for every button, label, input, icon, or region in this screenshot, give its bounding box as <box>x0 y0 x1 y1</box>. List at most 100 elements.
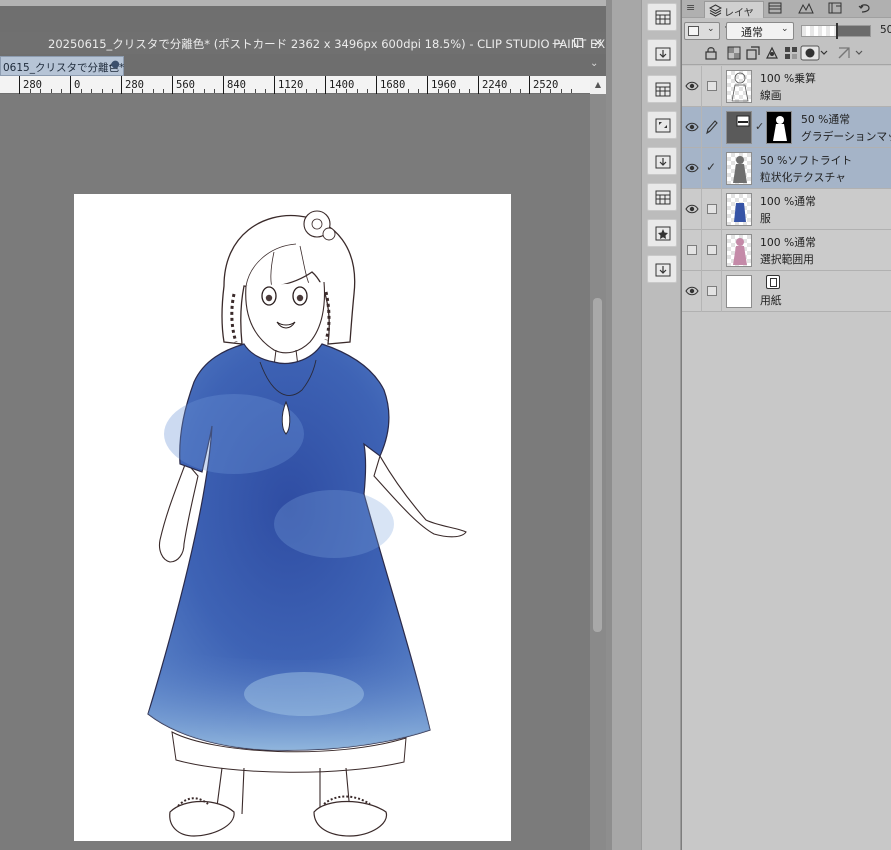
layer-edit-target-toggle[interactable] <box>702 230 722 271</box>
ruler-minor-tick <box>387 89 389 93</box>
ruler-minor-tick <box>356 89 358 93</box>
opacity-value[interactable]: 50 <box>880 24 891 36</box>
export-layer-icon <box>655 155 671 169</box>
panel-menu-icon[interactable]: ≡ <box>686 1 695 14</box>
layer-thumbnail[interactable] <box>726 193 752 226</box>
ruler-minor-tick <box>101 89 103 93</box>
ruler-minor-tick <box>81 89 83 93</box>
layer-checkbox <box>707 204 717 214</box>
layer-row[interactable]: ✓ 50 %通常グラデーションマップ 1 <box>682 107 891 148</box>
layer-row[interactable]: 用紙 <box>682 271 891 312</box>
ruler-minor-tick <box>540 89 542 93</box>
canvas-paper[interactable] <box>74 194 511 841</box>
layer-square-icon <box>688 26 699 36</box>
ruler-tick-label: 1680 <box>380 79 406 91</box>
layer-checkbox <box>707 81 717 91</box>
maximize-button[interactable] <box>568 33 588 53</box>
clip-studio-window: 20250615_クリスタで分離色* (ポストカード 2362 x 3496px… <box>0 0 891 850</box>
blend-mode-select[interactable]: 通常 ⌄ <box>726 22 794 40</box>
layer-visibility-toggle[interactable] <box>682 271 702 312</box>
blend-mode-value: 通常 <box>741 26 763 39</box>
ruler-minor-tick <box>438 89 440 93</box>
layer-name: 線画 <box>760 89 782 102</box>
layer-thumbnail[interactable] <box>726 70 752 103</box>
layer-grid-button[interactable] <box>647 75 677 103</box>
canvas-window: 20250615_クリスタで分離色* (ポストカード 2362 x 3496px… <box>0 32 606 850</box>
opacity-slider-handle[interactable] <box>836 23 838 39</box>
layer-edit-target-toggle[interactable] <box>702 271 722 312</box>
layer-visibility-toggle[interactable] <box>682 189 702 230</box>
tab-layer[interactable]: レイヤー <box>704 1 764 34</box>
favorite-star-icon <box>655 226 671 241</box>
ruler-minor-tick <box>397 89 399 93</box>
layer-edit-target-toggle[interactable]: ✓ <box>702 148 722 189</box>
layer-info: 50 %通常グラデーションマップ 1 <box>801 111 891 145</box>
layer-property-tab-icon[interactable] <box>768 2 782 14</box>
horizontal-ruler[interactable]: 280 0 280 560 840 1120 1400 1680 1960 2240 2520 <box>0 76 590 94</box>
layer-info: 100 %乗算 線画 <box>760 70 891 104</box>
layer-row[interactable]: 100 %通常 選択範囲用 <box>682 230 891 271</box>
ruler-minor-tick <box>560 89 562 93</box>
ruler-minor-tick <box>142 89 144 93</box>
scroll-up-arrow-icon[interactable]: ▲ <box>590 76 606 94</box>
layer-edit-target-toggle[interactable] <box>702 189 722 230</box>
ruler-major-tick <box>529 76 530 94</box>
history-tab-icon[interactable] <box>858 2 872 14</box>
import-layer-button[interactable] <box>647 255 677 283</box>
layer-name: 選択範囲用 <box>760 253 814 266</box>
layer-row[interactable]: 100 %乗算 線画 <box>682 66 891 107</box>
chevron-down-icon: ⌄ <box>781 24 789 34</box>
command-bar <box>0 6 612 32</box>
layer-checkbox <box>707 245 717 255</box>
lock-icon[interactable] <box>703 45 719 61</box>
layer-visibility-toggle[interactable] <box>682 148 702 189</box>
layer-table-button[interactable] <box>647 183 677 211</box>
layer-edit-target-toggle[interactable] <box>702 107 722 148</box>
layer-visibility-toggle[interactable] <box>682 107 702 148</box>
layer-thumbnail[interactable] <box>726 234 752 267</box>
layer-color-button-icon[interactable] <box>800 45 828 61</box>
navigator-tab-icon[interactable] <box>798 2 814 14</box>
opacity-slider[interactable] <box>801 23 871 39</box>
minimize-button[interactable]: — <box>548 33 568 53</box>
eye-icon <box>685 81 699 91</box>
reference-layer-icon[interactable] <box>764 45 780 61</box>
favorite-star-button[interactable] <box>647 219 677 247</box>
ruler-minor-tick <box>285 89 287 93</box>
vertical-scrollbar-thumb[interactable] <box>593 298 602 632</box>
layer-table-icon <box>655 190 671 205</box>
draft-layer-icon[interactable] <box>783 45 799 61</box>
layer-opacity-mode: 50 %ソフトライト <box>760 154 853 167</box>
ruler-major-tick <box>172 76 173 94</box>
ruler-minor-tick <box>30 89 32 93</box>
tab-list-chevron-icon[interactable]: ⌄ <box>590 58 598 69</box>
layer-thumbnail[interactable] <box>726 275 752 308</box>
ruler-major-tick <box>325 76 326 94</box>
layer-info: 50 %ソフトライト 粒状化テクスチャ <box>760 152 891 186</box>
layer-row[interactable]: 100 %通常服 <box>682 189 891 230</box>
merge-down-button[interactable] <box>647 39 677 67</box>
canvas-title-bar[interactable]: 20250615_クリスタで分離色* (ポストカード 2362 x 3496px… <box>0 32 606 54</box>
export-layer-button[interactable] <box>647 147 677 175</box>
document-tab-row: 0615_クリスタで分離色* ● ⌄ <box>0 54 606 76</box>
clip-to-layer-button[interactable]: ⌄ <box>684 22 720 40</box>
document-tab[interactable]: 0615_クリスタで分離色* ● <box>0 56 124 76</box>
mask-settings-icon[interactable] <box>836 45 866 61</box>
layer-edit-target-toggle[interactable] <box>702 66 722 107</box>
layer-row[interactable]: ✓ 50 %ソフトライト 粒状化テクスチャ <box>682 148 891 189</box>
layer-mask-thumbnail[interactable] <box>766 111 792 144</box>
layer-thumbnail[interactable] <box>726 111 752 144</box>
transform-layer-button[interactable] <box>647 111 677 139</box>
ruler-tick-label: 560 <box>176 79 195 91</box>
lock-transparent-pixels-icon[interactable] <box>726 45 742 61</box>
close-button[interactable]: ✕ <box>588 33 608 53</box>
layer-visibility-toggle[interactable] <box>682 66 702 107</box>
panel-gutter <box>612 0 641 850</box>
ruler-minor-tick <box>264 89 266 93</box>
sub-view-tab-icon[interactable] <box>828 2 842 14</box>
clip-to-layer-below-icon[interactable] <box>745 45 761 61</box>
layer-thumbnail[interactable] <box>726 152 752 185</box>
layer-name: グラデーションマップ 1 <box>801 130 891 143</box>
layer-visibility-toggle[interactable] <box>682 230 702 271</box>
new-raster-layer-button[interactable] <box>647 3 677 31</box>
